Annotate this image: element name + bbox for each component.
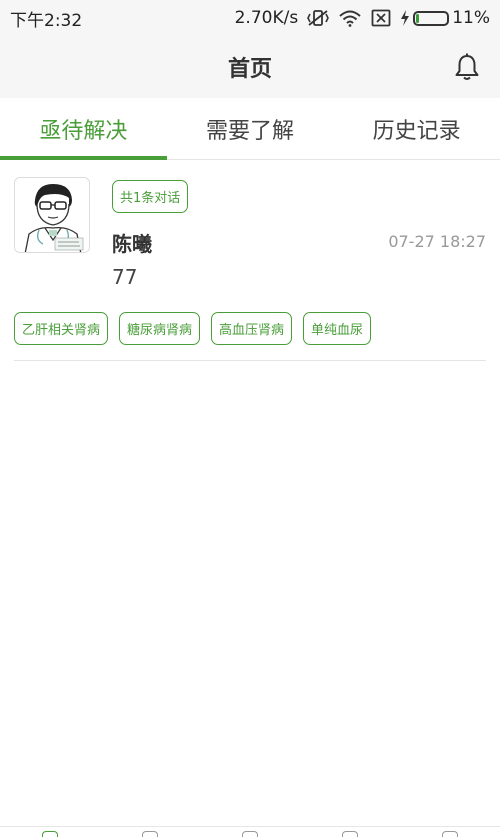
tab-bar: 亟待解决 需要了解 历史记录	[0, 98, 500, 160]
network-speed: 2.70K/s	[234, 8, 299, 28]
tag-hepatitis-b-nephropathy[interactable]: 乙肝相关肾病	[14, 312, 109, 345]
tag-isolated-hematuria[interactable]: 单纯血尿	[303, 312, 372, 345]
profile-icon[interactable]	[435, 827, 465, 838]
vibrate-off-icon	[307, 9, 330, 27]
tab-label: 亟待解决	[39, 118, 128, 144]
status-right: 2.70K/s 11%	[235, 8, 490, 28]
tag-list: 乙肝相关肾病 糖尿病肾病 高血压肾病 单纯血尿	[14, 312, 372, 345]
tab-need-to-know[interactable]: 需要了解	[167, 98, 334, 159]
charging-icon	[400, 10, 410, 26]
no-sim-icon	[371, 9, 391, 27]
community-icon[interactable]	[235, 827, 265, 838]
bell-icon[interactable]	[452, 52, 482, 82]
conversation-count-badge: 共1条对话	[112, 180, 189, 213]
tab-urgent[interactable]: 亟待解决	[0, 98, 167, 160]
status-bar: 下午2:32 2.70K/s 11%	[0, 0, 500, 36]
calendar-icon[interactable]	[335, 827, 365, 838]
message-time: 07-27 18:27	[388, 232, 486, 251]
tag-diabetic-nephropathy[interactable]: 糖尿病肾病	[119, 312, 201, 345]
document-icon[interactable]	[135, 827, 165, 838]
avatar	[14, 177, 90, 253]
bottom-nav	[0, 826, 500, 838]
status-time: 下午2:32	[10, 10, 83, 31]
battery-fill	[416, 13, 420, 23]
card-divider	[14, 360, 486, 361]
message-preview: 77	[112, 265, 138, 289]
page-title: 首页	[227, 57, 272, 82]
wifi-icon	[338, 9, 362, 27]
battery-icon	[413, 10, 450, 26]
patient-name: 陈曦	[112, 232, 152, 256]
app-header: 首页	[0, 36, 500, 98]
tab-label: 历史记录	[372, 118, 461, 144]
battery-percent: 11%	[452, 8, 490, 28]
home-icon[interactable]	[35, 827, 65, 838]
tag-hypertensive-nephropathy[interactable]: 高血压肾病	[211, 312, 293, 345]
tab-history[interactable]: 历史记录	[333, 98, 500, 159]
battery-indicator: 11%	[400, 8, 490, 28]
tab-label: 需要了解	[206, 118, 295, 144]
